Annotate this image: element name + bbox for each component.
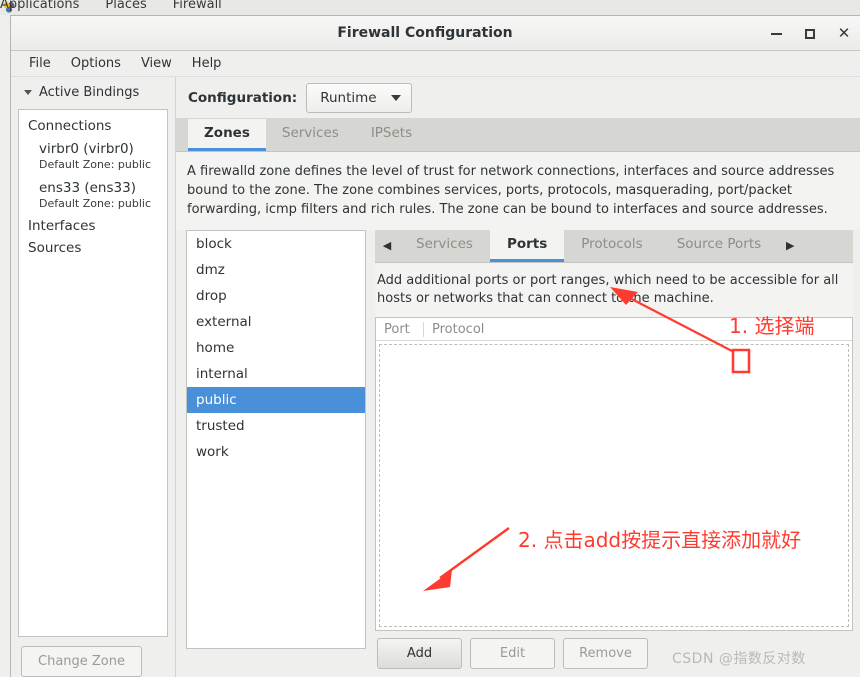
change-zone-row: Change Zone bbox=[18, 637, 168, 677]
bindings-group-interfaces[interactable]: Interfaces bbox=[19, 215, 167, 237]
subtab-protocols[interactable]: Protocols bbox=[564, 230, 659, 262]
zone-description: A firewalld zone defines the level of tr… bbox=[176, 152, 860, 230]
tab-zones[interactable]: Zones bbox=[188, 119, 266, 151]
triangle-left-icon[interactable]: ◀ bbox=[375, 229, 399, 262]
screen-root: Applications Places Firewall Firewall Co… bbox=[0, 0, 860, 677]
column-header-protocol[interactable]: Protocol bbox=[424, 322, 492, 337]
binding-item-ens33-zone: Default Zone: public bbox=[39, 197, 151, 210]
window-body: Active Bindings Connections virbr0 (virb… bbox=[11, 77, 860, 677]
caret-down-icon bbox=[390, 94, 401, 101]
firewall-configuration-window: Firewall Configuration ✕ File Options Vi… bbox=[10, 15, 860, 677]
edit-button[interactable]: Edit bbox=[470, 638, 555, 669]
bindings-group-sources[interactable]: Sources bbox=[19, 237, 167, 259]
zones-content: block dmz drop external home internal pu… bbox=[176, 229, 860, 677]
desktop-top-panel: Applications Places Firewall bbox=[0, 0, 860, 15]
zone-detail-pane: ◀ Services Ports Protocols Source Ports … bbox=[375, 229, 853, 677]
minimize-button[interactable] bbox=[759, 16, 793, 51]
minimize-icon bbox=[770, 32, 782, 35]
zone-list[interactable]: block dmz drop external home internal pu… bbox=[186, 229, 366, 649]
menu-view[interactable]: View bbox=[132, 54, 181, 73]
subtab-ports[interactable]: Ports bbox=[489, 229, 565, 262]
zone-item-public[interactable]: public bbox=[187, 386, 365, 413]
tab-ipsets[interactable]: IPSets bbox=[355, 119, 428, 151]
ports-description: Add additional ports or port ranges, whi… bbox=[375, 262, 853, 318]
window-title: Firewall Configuration bbox=[337, 25, 513, 41]
binding-item-virbr0[interactable]: virbr0 (virbr0) bbox=[19, 137, 167, 157]
configuration-toolbar: Configuration: Runtime bbox=[176, 77, 860, 118]
zone-item-drop[interactable]: drop bbox=[187, 283, 365, 309]
add-button[interactable]: Add bbox=[377, 638, 462, 669]
menu-help[interactable]: Help bbox=[183, 54, 231, 73]
remove-button[interactable]: Remove bbox=[563, 638, 648, 669]
subtab-services[interactable]: Services bbox=[399, 230, 490, 262]
menu-options[interactable]: Options bbox=[62, 54, 130, 73]
configuration-label: Configuration: bbox=[188, 89, 298, 106]
chevron-down-icon bbox=[24, 90, 32, 95]
column-header-port[interactable]: Port bbox=[376, 321, 424, 337]
panel-item-applications[interactable]: Applications bbox=[0, 0, 79, 11]
configuration-select-value: Runtime bbox=[320, 89, 377, 106]
panel-item-places[interactable]: Places bbox=[105, 0, 146, 11]
active-bindings-pane: Active Bindings Connections virbr0 (virb… bbox=[11, 77, 176, 677]
change-zone-button[interactable]: Change Zone bbox=[21, 646, 143, 677]
main-pane: Configuration: Runtime Zones Services IP… bbox=[176, 77, 860, 677]
zone-item-external[interactable]: external bbox=[187, 309, 365, 335]
zone-item-trusted[interactable]: trusted bbox=[187, 413, 365, 439]
active-bindings-header[interactable]: Active Bindings bbox=[18, 77, 168, 109]
maximize-button[interactable] bbox=[793, 16, 827, 51]
close-icon: ✕ bbox=[837, 24, 851, 42]
bindings-list[interactable]: Connections virbr0 (virbr0) Default Zone… bbox=[18, 109, 168, 637]
subtab-source-ports[interactable]: Source Ports bbox=[660, 230, 778, 262]
maximize-icon bbox=[805, 28, 815, 39]
ports-table-header: Port Protocol bbox=[376, 318, 852, 342]
zone-item-block[interactable]: block bbox=[187, 231, 365, 257]
zone-subtabstrip: ◀ Services Ports Protocols Source Ports … bbox=[375, 229, 853, 263]
ports-table-body[interactable] bbox=[379, 344, 849, 627]
menubar: File Options View Help bbox=[11, 51, 860, 77]
main-tabstrip: Zones Services IPSets bbox=[176, 118, 860, 152]
window-titlebar: Firewall Configuration ✕ bbox=[11, 16, 860, 51]
zone-item-internal[interactable]: internal bbox=[187, 361, 365, 387]
ports-action-buttons: Add Edit Remove bbox=[375, 631, 853, 677]
bindings-group-connections[interactable]: Connections bbox=[19, 115, 167, 137]
zone-item-dmz[interactable]: dmz bbox=[187, 257, 365, 283]
ports-table[interactable]: Port Protocol bbox=[375, 317, 853, 631]
zone-item-home[interactable]: home bbox=[187, 335, 365, 361]
window-controls: ✕ bbox=[759, 16, 860, 51]
triangle-right-icon[interactable]: ▶ bbox=[778, 229, 802, 262]
panel-item-firewall[interactable]: Firewall bbox=[173, 0, 222, 11]
active-bindings-label: Active Bindings bbox=[39, 85, 140, 100]
tab-services[interactable]: Services bbox=[266, 119, 355, 151]
binding-item-ens33[interactable]: ens33 (ens33) bbox=[19, 176, 167, 196]
menu-file[interactable]: File bbox=[20, 54, 60, 73]
binding-item-virbr0-zone: Default Zone: public bbox=[39, 158, 151, 171]
configuration-select[interactable]: Runtime bbox=[306, 82, 412, 113]
zone-item-work[interactable]: work bbox=[187, 439, 365, 465]
close-button[interactable]: ✕ bbox=[827, 16, 860, 51]
